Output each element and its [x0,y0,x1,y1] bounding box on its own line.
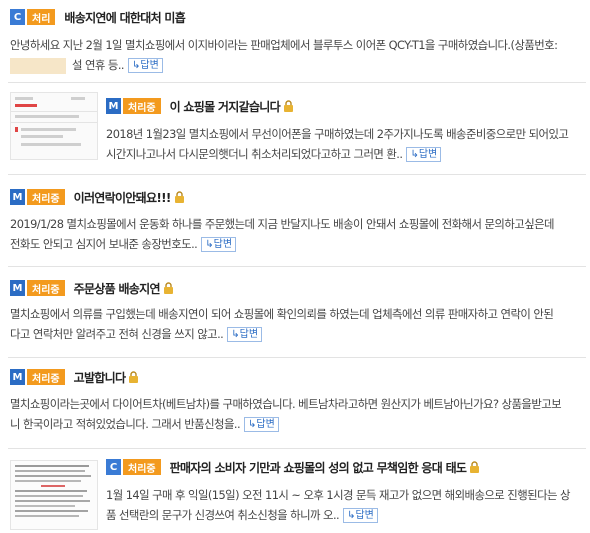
post-title[interactable]: 판매자의 소비자 기만과 쇼핑몰의 성의 없고 무책임한 응대 태도 [170,459,467,476]
post-title-row[interactable]: M 처리중 주문상품 배송지연 [10,279,174,297]
post-title-row[interactable]: C 처리 배송지연에 대한대처 미흡 [10,8,186,26]
status-badge: 처리중 [27,189,65,205]
reply-button[interactable]: ↳답변 [343,508,378,523]
redacted-block [10,57,66,74]
post-title-row[interactable]: M 처리중 이 쇼핑몰 거지같습니다 [106,97,294,115]
divider [8,174,586,175]
grade-badge: C [106,459,121,475]
reply-button[interactable]: ↳답변 [128,58,163,73]
post-body-line: 전화도 안되고 심지어 보내준 송장번호도.. [10,237,198,251]
post-title-row[interactable]: M 처리중 고발합니다 [10,368,139,386]
reply-label: 답변 [239,329,259,340]
post-body[interactable]: 멸치쇼핑에서 의류를 구입했는데 배송지연이 되어 쇼핑몰에 확인의뢰를 하였는… [10,304,554,344]
lock-icon [470,461,480,473]
status-badge: 처리 [27,9,56,25]
reply-button[interactable]: ↳답변 [227,327,263,342]
reply-button[interactable]: ↳답변 [406,147,442,162]
post-body-line: 멸치쇼핑에서 의류를 구입했는데 배송지연이 되어 쇼핑몰에 확인의뢰를 하였는… [10,307,554,321]
reply-button[interactable]: ↳답변 [244,417,279,432]
complaint-list: C 처리 배송지연에 대한대처 미흡 안녕하세요 지난 2월 1일 멸치쇼핑에서… [0,0,590,533]
reply-icon: ↳ [410,149,419,160]
status-badge: 처리중 [27,369,65,385]
divider [8,266,586,267]
post-title[interactable]: 배송지연에 대한대처 미흡 [64,9,185,26]
divider [8,448,586,449]
post-body-line: 다고 연락처만 알려주고 전혀 신경을 쓰지 않고.. [10,327,224,341]
post-body[interactable]: 멸치쇼핑이라는곳에서 다이어트차(베트남차)를 구매하였습니다. 베트남차라고하… [10,394,562,434]
grade-badge: M [10,280,25,296]
reply-button[interactable]: ↳답변 [201,237,237,252]
post-title[interactable]: 이 쇼핑몰 거지같습니다 [170,98,281,115]
post-body[interactable]: 안녕하세요 지난 2월 1일 멸치쇼핑에서 이지바이라는 판매업체에서 블루투스… [10,35,558,75]
reply-label: 답변 [355,510,374,521]
divider [8,357,586,358]
post-thumbnail[interactable] [10,92,98,160]
lock-icon [163,282,173,294]
reply-label: 답변 [213,239,233,250]
post-title[interactable]: 이러연락이안돼요!!! [74,189,172,206]
divider [8,82,586,83]
post-body-line: 니 한국이라고 적혀있었습니다. 그래서 반품신청을.. [10,417,241,431]
post-body[interactable]: 2019/1/28 멸치쇼핑몰에서 운동화 하나를 주문했는데 지금 반달지나도… [10,214,555,254]
lock-icon [174,191,184,203]
status-badge: 처리중 [123,98,161,114]
post-title-row[interactable]: M 처리중 이러연락이안돼요!!! [10,188,185,206]
post-body-line: 2018년 1월23일 멸치쇼핑에서 무선이어폰을 구매하였는데 2주가지나도록… [106,127,569,141]
post-body[interactable]: 2018년 1월23일 멸치쇼핑에서 무선이어폰을 구매하였는데 2주가지나도록… [106,124,569,164]
status-badge: 처리중 [27,280,65,296]
reply-label: 답변 [418,149,438,160]
post-body-line: 안녕하세요 지난 2월 1일 멸치쇼핑에서 이지바이라는 판매업체에서 블루투스… [10,38,558,52]
post-body[interactable]: 1월 14일 구매 후 익일(15일) 오전 11시 ~ 오후 1시경 문득 재… [106,485,571,525]
reply-label: 답변 [256,419,275,430]
post-body-line: 설 연휴 등.. [72,58,125,72]
post-title-row[interactable]: C 처리중 판매자의 소비자 기만과 쇼핑몰의 성의 없고 무책임한 응대 태도 [106,458,480,476]
post-body-line: 2019/1/28 멸치쇼핑몰에서 운동화 하나를 주문했는데 지금 반달지나도… [10,217,555,231]
post-body-line: 시간지나고나서 다시문의햇더니 취소처리되었다고하고 그러면 환.. [106,147,403,161]
lock-icon [283,100,293,112]
grade-badge: M [10,369,25,385]
grade-badge: M [10,189,25,205]
post-body-line: 멸치쇼핑이라는곳에서 다이어트차(베트남차)를 구매하였습니다. 베트남차라고하… [10,397,562,411]
status-badge: 처리중 [123,459,161,475]
post-thumbnail[interactable] [10,460,98,530]
grade-badge: M [106,98,121,114]
grade-badge: C [10,9,25,25]
reply-icon: ↳ [231,329,240,340]
reply-icon: ↳ [205,239,214,250]
reply-label: 답변 [140,60,159,71]
post-body-line: 품 선택란의 문구가 신경쓰여 취소신청을 하니까 오.. [106,508,340,522]
lock-icon [129,371,139,383]
post-title[interactable]: 주문상품 배송지연 [74,280,161,297]
post-body-line: 1월 14일 구매 후 익일(15일) 오전 11시 ~ 오후 1시경 문득 재… [106,488,571,502]
post-title[interactable]: 고발합니다 [74,369,126,386]
